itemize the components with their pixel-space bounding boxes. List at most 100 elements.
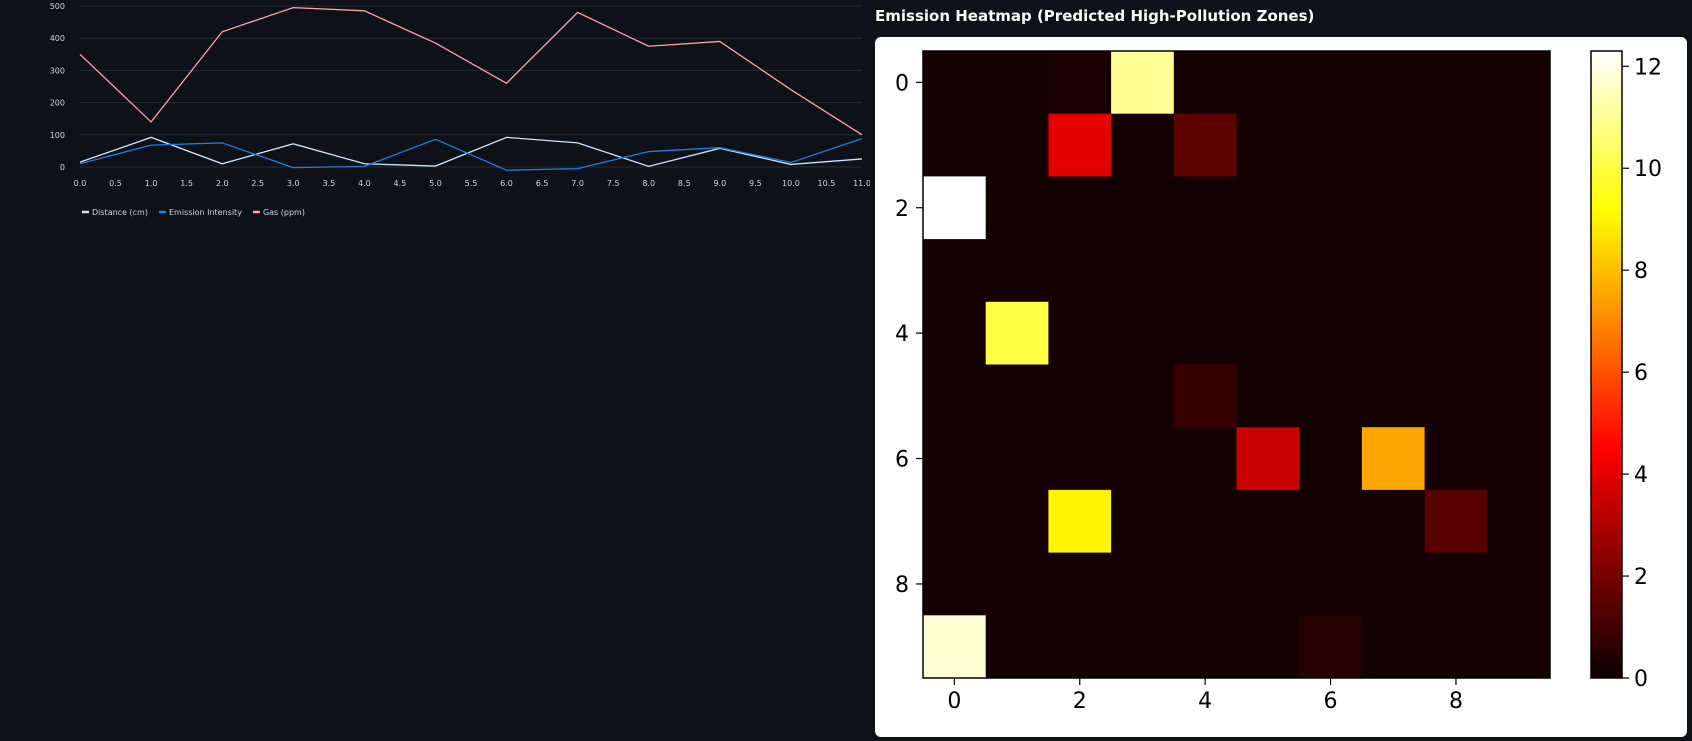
x-tick-label: 7.5 <box>607 179 620 188</box>
heatmap-cell <box>1487 489 1551 554</box>
colorbar-tick-label: 2 <box>1634 565 1648 590</box>
heatmap-cell <box>1048 301 1112 365</box>
heatmap-cell <box>1361 615 1426 679</box>
x-tick-label: 5.5 <box>465 179 478 188</box>
series-line-0 <box>79 136 863 168</box>
heatmap-cell <box>1173 364 1237 428</box>
line-chart-x-ticks: 0.0 0.5 1.0 1.5 2.0 2.5 3.0 3.5 4.0 4.5 5.0 5.5 6.0 6… <box>74 179 870 188</box>
series-line-2 <box>79 6 863 136</box>
x-tick-label: 8.0 <box>642 179 655 188</box>
heatmap-card: 0 2 4 6 8 0 2 4 6 8 0 2 4 6 8 10 12 <box>875 37 1687 737</box>
heatmap-cell <box>923 364 987 428</box>
heatmap-cell <box>1424 51 1488 115</box>
heatmap-cell <box>1299 552 1363 616</box>
line-chart-gridlines <box>80 5 862 168</box>
colorbar-tick-label: 12 <box>1634 55 1662 80</box>
legend-label: Emission Intensity <box>169 208 242 217</box>
heatmap-cell <box>1361 176 1426 240</box>
x-tick-label: 2.5 <box>251 179 264 188</box>
heatmap-cells <box>923 51 1551 679</box>
x-tick-label: 3.5 <box>322 179 335 188</box>
heatmap-cell <box>1299 364 1363 428</box>
heatmap-cell <box>1487 239 1551 303</box>
x-tick-label: 2 <box>1073 689 1087 714</box>
heatmap-cell <box>1236 301 1300 365</box>
heatmap-cell <box>1048 176 1112 240</box>
x-tick-label: 6.5 <box>536 179 549 188</box>
line-chart-y-ticks: 0 100 200 300 400 500 <box>50 2 65 172</box>
x-tick-label: 10.5 <box>818 179 836 188</box>
x-tick-label: 4.5 <box>394 179 407 188</box>
heatmap-cell <box>1236 51 1300 115</box>
heatmap-cell <box>1487 301 1551 365</box>
heatmap-cell <box>985 301 1049 365</box>
heatmap-cell <box>1111 364 1175 428</box>
y-tick-label: 400 <box>50 34 65 43</box>
heatmap-cell <box>1361 552 1426 616</box>
y-tick-label: 200 <box>50 99 65 108</box>
heatmap-cell <box>923 113 987 177</box>
line-chart-legend: Distance (cm) Emission Intensity Gas (ppm) <box>82 208 305 217</box>
heatmap-cell <box>1299 615 1363 679</box>
heatmap-cell <box>923 51 987 115</box>
heatmap-cell <box>1048 489 1112 554</box>
heatmap-cell <box>1424 364 1488 428</box>
x-tick-label: 3.0 <box>287 179 300 188</box>
heatmap-cell <box>1236 489 1300 554</box>
x-tick-label: 8.5 <box>678 179 691 188</box>
x-tick-label: 0.0 <box>74 179 87 188</box>
heatmap-cell <box>1299 176 1363 240</box>
heatmap-cell <box>1299 51 1363 115</box>
heatmap-cell <box>985 489 1049 554</box>
colorbar-tick-label: 8 <box>1634 259 1648 284</box>
heatmap-cell <box>1361 427 1426 491</box>
heatmap-cell <box>985 113 1049 177</box>
line-chart-series <box>79 6 863 171</box>
x-tick-label: 2.0 <box>216 179 229 188</box>
heatmap-cell <box>923 489 987 554</box>
heatmap-cell <box>985 364 1049 428</box>
heatmap-cell <box>1111 239 1175 303</box>
heatmap-cell <box>985 427 1049 491</box>
x-tick-label: 1.5 <box>180 179 193 188</box>
heatmap-cell <box>1424 427 1488 491</box>
heatmap-cell <box>923 176 987 240</box>
y-tick-label: 500 <box>50 2 65 11</box>
heatmap-cell <box>1173 615 1237 679</box>
heatmap-cell <box>923 301 987 365</box>
heatmap-cell <box>1236 615 1300 679</box>
heatmap-cell <box>1048 427 1112 491</box>
x-tick-label: 0 <box>947 689 961 714</box>
x-tick-label: 10.0 <box>782 179 800 188</box>
heatmap-cell <box>1048 552 1112 616</box>
heatmap-cell <box>1424 113 1488 177</box>
heatmap-cell <box>1361 51 1426 115</box>
colorbar-gradient <box>1590 50 1623 679</box>
heatmap-cell <box>1361 364 1426 428</box>
heatmap-cell <box>1048 51 1112 115</box>
heatmap-cell <box>1424 489 1488 554</box>
y-tick-label: 100 <box>50 131 65 140</box>
y-tick-label: 0 <box>60 163 65 172</box>
heatmap-cell <box>1487 364 1551 428</box>
heatmap-cell <box>1236 176 1300 240</box>
heatmap-cell <box>985 239 1049 303</box>
x-tick-label: 1.0 <box>145 179 158 188</box>
heatmap-cell <box>1173 113 1237 177</box>
heatmap-cell <box>1424 615 1488 679</box>
heatmap-cell <box>1487 51 1551 115</box>
y-tick-label: 300 <box>50 66 65 75</box>
y-tick-label: 2 <box>895 197 909 222</box>
heatmap-cell <box>985 51 1049 115</box>
colorbar-tick-label: 4 <box>1634 463 1648 488</box>
heatmap-cell <box>1111 615 1175 679</box>
heatmap-colorbar: 0 2 4 6 8 10 12 <box>1590 50 1662 692</box>
legend-label: Distance (cm) <box>92 208 148 217</box>
x-tick-label: 4 <box>1198 689 1212 714</box>
heatmap-cell <box>1048 615 1112 679</box>
heatmap-cell <box>1487 552 1551 616</box>
heatmap-cell <box>1299 113 1363 177</box>
y-tick-label: 4 <box>895 322 909 347</box>
heatmap-title: Emission Heatmap (Predicted High-Polluti… <box>875 7 1315 25</box>
x-tick-label: 7.0 <box>571 179 584 188</box>
